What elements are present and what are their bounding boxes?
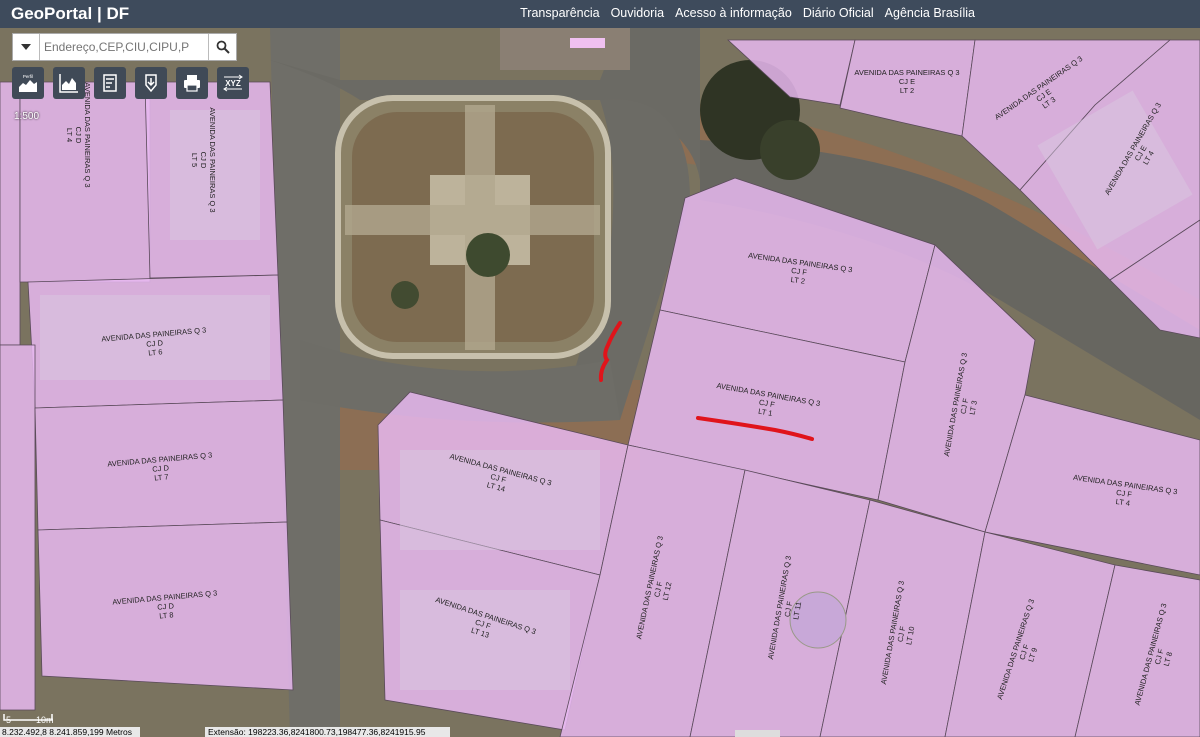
scale-bar-left-label: 5 — [6, 715, 12, 725]
building — [500, 28, 630, 70]
map-canvas[interactable]: AVENIDA DAS PAINEIRAS Q 3CJ DLT 4 AVENIDA… — [0, 28, 1200, 737]
search-input[interactable] — [40, 34, 208, 60]
lot-street-label: AVENIDA DAS PAINEIRAS Q 3 — [854, 68, 959, 77]
brand-title[interactable]: GeoPortal | DF — [11, 4, 129, 24]
xyz-coordinates-button[interactable]: XYZ — [217, 67, 249, 99]
scale-bar: 5 10m — [2, 712, 57, 726]
top-bar: GeoPortal | DF Transparência Ouvidoria A… — [0, 0, 1200, 28]
map-toolbar: Perfil XYZ — [12, 67, 249, 99]
download-button[interactable] — [135, 67, 167, 99]
chevron-down-icon — [21, 44, 31, 50]
nav-diario-oficial[interactable]: Diário Oficial — [803, 6, 874, 20]
parcel[interactable] — [0, 344, 36, 711]
print-button[interactable] — [176, 67, 208, 99]
tree — [466, 233, 510, 277]
lot-block-label: CJ D — [74, 127, 83, 144]
xyz-text: XYZ — [225, 79, 241, 88]
profile-tool-button[interactable]: Perfil — [12, 67, 44, 99]
measure-tool-icon — [103, 74, 117, 92]
tree — [391, 281, 419, 309]
lot-number-label: LT 6 — [148, 347, 163, 357]
search-dropdown-button[interactable] — [13, 34, 40, 60]
profile-tool-text: Perfil — [23, 74, 33, 79]
coordinates-readout: 8.232.492,8 8.241.859,199 Metros — [0, 727, 140, 737]
lot-number-label: LT 5 — [190, 153, 199, 167]
search-icon — [216, 40, 230, 54]
nav-acesso-informacao[interactable]: Acesso à informação — [675, 6, 792, 20]
scale-bar-right-label: 10m — [36, 715, 54, 725]
nav-transparencia[interactable]: Transparência — [520, 6, 599, 20]
map-extent-readout: Extensão: 198223.36,8241800.73,198477.36… — [205, 727, 450, 737]
tree — [760, 120, 820, 180]
lot-block-label: CJ E — [899, 77, 915, 86]
measure-tool-button[interactable] — [94, 67, 126, 99]
print-icon — [184, 75, 200, 92]
xyz-coordinates-icon: XYZ — [223, 74, 243, 92]
top-nav: Transparência Ouvidoria Acesso à informa… — [520, 6, 975, 20]
building-roof — [570, 38, 605, 48]
nav-ouvidoria[interactable]: Ouvidoria — [611, 6, 665, 20]
search-box — [12, 33, 237, 61]
nav-agencia-brasilia[interactable]: Agência Brasília — [885, 6, 975, 20]
scale-ratio: 1:500 — [14, 111, 40, 122]
rooftop — [400, 590, 570, 690]
lot-number-label: LT 2 — [900, 86, 914, 95]
lot-street-label: AVENIDA DAS PAINEIRAS Q 3 — [208, 107, 217, 212]
search-button[interactable] — [208, 34, 236, 60]
attribution-chip — [735, 730, 780, 737]
profile-tool-icon: Perfil — [19, 74, 37, 92]
elevation-chart-icon — [59, 74, 78, 93]
download-icon — [145, 74, 157, 93]
lot-number-label: LT 8 — [159, 610, 174, 620]
lot-block-label: CJ D — [199, 152, 208, 169]
lot-number-label: LT 7 — [154, 472, 169, 482]
lot-number-label: LT 4 — [65, 128, 74, 142]
elevation-chart-button[interactable] — [53, 67, 85, 99]
